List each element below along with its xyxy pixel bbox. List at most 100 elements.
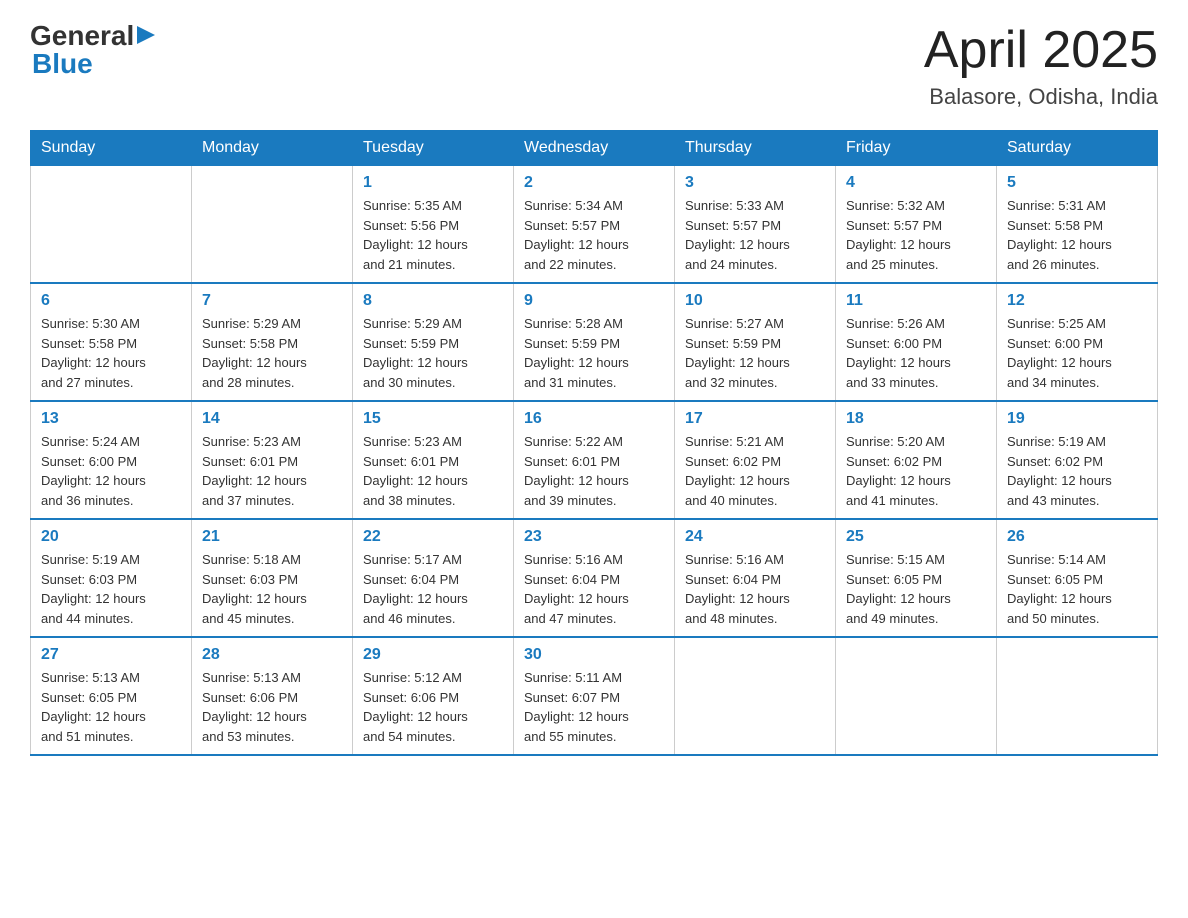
header-thursday: Thursday bbox=[675, 131, 836, 166]
table-row: 20 Sunrise: 5:19 AM Sunset: 6:03 PM Dayli… bbox=[31, 519, 192, 637]
day-info: Sunrise: 5:28 AM Sunset: 5:59 PM Dayligh… bbox=[524, 314, 664, 392]
calendar-week-row: 27 Sunrise: 5:13 AM Sunset: 6:05 PM Dayli… bbox=[31, 637, 1158, 755]
table-row: 17Sunrise: 5:21 AM Sunset: 6:02 PM Dayli… bbox=[675, 401, 836, 519]
day-number: 6 bbox=[41, 292, 181, 310]
day-number: 1 bbox=[363, 174, 503, 192]
table-row: 14 Sunrise: 5:23 AM Sunset: 6:01 PM Dayli… bbox=[192, 401, 353, 519]
calendar-week-row: 13Sunrise: 5:24 AM Sunset: 6:00 PM Dayli… bbox=[31, 401, 1158, 519]
table-row: 7 Sunrise: 5:29 AM Sunset: 5:58 PM Daylig… bbox=[192, 283, 353, 401]
table-row: 21 Sunrise: 5:18 AM Sunset: 6:03 PM Dayli… bbox=[192, 519, 353, 637]
day-number: 17 bbox=[685, 410, 825, 428]
table-row: 2 Sunrise: 5:34 AM Sunset: 5:57 PM Daylig… bbox=[514, 166, 675, 284]
table-row: 23 Sunrise: 5:16 AM Sunset: 6:04 PM Dayli… bbox=[514, 519, 675, 637]
day-number: 2 bbox=[524, 174, 664, 192]
table-row: 24 Sunrise: 5:16 AM Sunset: 6:04 PM Dayli… bbox=[675, 519, 836, 637]
day-info: Sunrise: 5:12 AM Sunset: 6:06 PM Dayligh… bbox=[363, 668, 503, 746]
day-number: 18 bbox=[846, 410, 986, 428]
day-number: 15 bbox=[363, 410, 503, 428]
day-info: Sunrise: 5:25 AM Sunset: 6:00 PM Dayligh… bbox=[1007, 314, 1147, 392]
calendar-week-row: 6 Sunrise: 5:30 AM Sunset: 5:58 PM Daylig… bbox=[31, 283, 1158, 401]
day-info: Sunrise: 5:27 AM Sunset: 5:59 PM Dayligh… bbox=[685, 314, 825, 392]
day-info: Sunrise: 5:29 AM Sunset: 5:59 PM Dayligh… bbox=[363, 314, 503, 392]
table-row bbox=[997, 637, 1158, 755]
day-number: 28 bbox=[202, 646, 342, 664]
page-header: General Blue April 2025 Balasore, Odisha… bbox=[30, 20, 1158, 110]
table-row: 26Sunrise: 5:14 AM Sunset: 6:05 PM Dayli… bbox=[997, 519, 1158, 637]
day-number: 12 bbox=[1007, 292, 1147, 310]
day-number: 5 bbox=[1007, 174, 1147, 192]
day-info: Sunrise: 5:29 AM Sunset: 5:58 PM Dayligh… bbox=[202, 314, 342, 392]
day-info: Sunrise: 5:26 AM Sunset: 6:00 PM Dayligh… bbox=[846, 314, 986, 392]
day-info: Sunrise: 5:18 AM Sunset: 6:03 PM Dayligh… bbox=[202, 550, 342, 628]
calendar-week-row: 1 Sunrise: 5:35 AM Sunset: 5:56 PM Daylig… bbox=[31, 166, 1158, 284]
table-row: 19 Sunrise: 5:19 AM Sunset: 6:02 PM Dayli… bbox=[997, 401, 1158, 519]
table-row: 15 Sunrise: 5:23 AM Sunset: 6:01 PM Dayli… bbox=[353, 401, 514, 519]
day-info: Sunrise: 5:15 AM Sunset: 6:05 PM Dayligh… bbox=[846, 550, 986, 628]
day-number: 8 bbox=[363, 292, 503, 310]
table-row bbox=[675, 637, 836, 755]
table-row: 6 Sunrise: 5:30 AM Sunset: 5:58 PM Daylig… bbox=[31, 283, 192, 401]
table-row: 28Sunrise: 5:13 AM Sunset: 6:06 PM Dayli… bbox=[192, 637, 353, 755]
day-number: 14 bbox=[202, 410, 342, 428]
day-info: Sunrise: 5:30 AM Sunset: 5:58 PM Dayligh… bbox=[41, 314, 181, 392]
day-number: 9 bbox=[524, 292, 664, 310]
table-row: 9 Sunrise: 5:28 AM Sunset: 5:59 PM Daylig… bbox=[514, 283, 675, 401]
header-tuesday: Tuesday bbox=[353, 131, 514, 166]
day-info: Sunrise: 5:23 AM Sunset: 6:01 PM Dayligh… bbox=[202, 432, 342, 510]
table-row: 22 Sunrise: 5:17 AM Sunset: 6:04 PM Dayli… bbox=[353, 519, 514, 637]
table-row: 12 Sunrise: 5:25 AM Sunset: 6:00 PM Dayli… bbox=[997, 283, 1158, 401]
table-row: 10 Sunrise: 5:27 AM Sunset: 5:59 PM Dayli… bbox=[675, 283, 836, 401]
day-info: Sunrise: 5:23 AM Sunset: 6:01 PM Dayligh… bbox=[363, 432, 503, 510]
day-number: 27 bbox=[41, 646, 181, 664]
day-info: Sunrise: 5:22 AM Sunset: 6:01 PM Dayligh… bbox=[524, 432, 664, 510]
day-number: 26 bbox=[1007, 528, 1147, 546]
day-number: 24 bbox=[685, 528, 825, 546]
table-row bbox=[836, 637, 997, 755]
day-number: 16 bbox=[524, 410, 664, 428]
logo-blue: Blue bbox=[32, 48, 93, 79]
table-row: 3 Sunrise: 5:33 AM Sunset: 5:57 PM Daylig… bbox=[675, 166, 836, 284]
day-info: Sunrise: 5:33 AM Sunset: 5:57 PM Dayligh… bbox=[685, 196, 825, 274]
calendar-table: Sunday Monday Tuesday Wednesday Thursday… bbox=[30, 130, 1158, 756]
day-number: 29 bbox=[363, 646, 503, 664]
header-wednesday: Wednesday bbox=[514, 131, 675, 166]
table-row: 16 Sunrise: 5:22 AM Sunset: 6:01 PM Dayli… bbox=[514, 401, 675, 519]
table-row: 18Sunrise: 5:20 AM Sunset: 6:02 PM Dayli… bbox=[836, 401, 997, 519]
day-info: Sunrise: 5:19 AM Sunset: 6:03 PM Dayligh… bbox=[41, 550, 181, 628]
calendar-week-row: 20 Sunrise: 5:19 AM Sunset: 6:03 PM Dayli… bbox=[31, 519, 1158, 637]
day-number: 19 bbox=[1007, 410, 1147, 428]
day-info: Sunrise: 5:19 AM Sunset: 6:02 PM Dayligh… bbox=[1007, 432, 1147, 510]
day-number: 10 bbox=[685, 292, 825, 310]
table-row: 25 Sunrise: 5:15 AM Sunset: 6:05 PM Dayli… bbox=[836, 519, 997, 637]
table-row: 8 Sunrise: 5:29 AM Sunset: 5:59 PM Daylig… bbox=[353, 283, 514, 401]
day-info: Sunrise: 5:17 AM Sunset: 6:04 PM Dayligh… bbox=[363, 550, 503, 628]
day-info: Sunrise: 5:35 AM Sunset: 5:56 PM Dayligh… bbox=[363, 196, 503, 274]
day-info: Sunrise: 5:11 AM Sunset: 6:07 PM Dayligh… bbox=[524, 668, 664, 746]
table-row bbox=[31, 166, 192, 284]
table-row: 13Sunrise: 5:24 AM Sunset: 6:00 PM Dayli… bbox=[31, 401, 192, 519]
day-info: Sunrise: 5:16 AM Sunset: 6:04 PM Dayligh… bbox=[685, 550, 825, 628]
table-row bbox=[192, 166, 353, 284]
day-number: 22 bbox=[363, 528, 503, 546]
table-row: 27 Sunrise: 5:13 AM Sunset: 6:05 PM Dayli… bbox=[31, 637, 192, 755]
header-saturday: Saturday bbox=[997, 131, 1158, 166]
day-number: 23 bbox=[524, 528, 664, 546]
day-number: 3 bbox=[685, 174, 825, 192]
table-row: 1 Sunrise: 5:35 AM Sunset: 5:56 PM Daylig… bbox=[353, 166, 514, 284]
day-number: 7 bbox=[202, 292, 342, 310]
header-friday: Friday bbox=[836, 131, 997, 166]
calendar-header-row: Sunday Monday Tuesday Wednesday Thursday… bbox=[31, 131, 1158, 166]
logo: General Blue bbox=[30, 20, 157, 80]
location-subtitle: Balasore, Odisha, India bbox=[924, 84, 1158, 110]
day-number: 21 bbox=[202, 528, 342, 546]
month-title: April 2025 bbox=[924, 20, 1158, 80]
day-number: 25 bbox=[846, 528, 986, 546]
day-info: Sunrise: 5:13 AM Sunset: 6:05 PM Dayligh… bbox=[41, 668, 181, 746]
header-monday: Monday bbox=[192, 131, 353, 166]
day-info: Sunrise: 5:34 AM Sunset: 5:57 PM Dayligh… bbox=[524, 196, 664, 274]
table-row: 4Sunrise: 5:32 AM Sunset: 5:57 PM Daylig… bbox=[836, 166, 997, 284]
day-number: 20 bbox=[41, 528, 181, 546]
day-info: Sunrise: 5:24 AM Sunset: 6:00 PM Dayligh… bbox=[41, 432, 181, 510]
day-number: 30 bbox=[524, 646, 664, 664]
day-info: Sunrise: 5:16 AM Sunset: 6:04 PM Dayligh… bbox=[524, 550, 664, 628]
